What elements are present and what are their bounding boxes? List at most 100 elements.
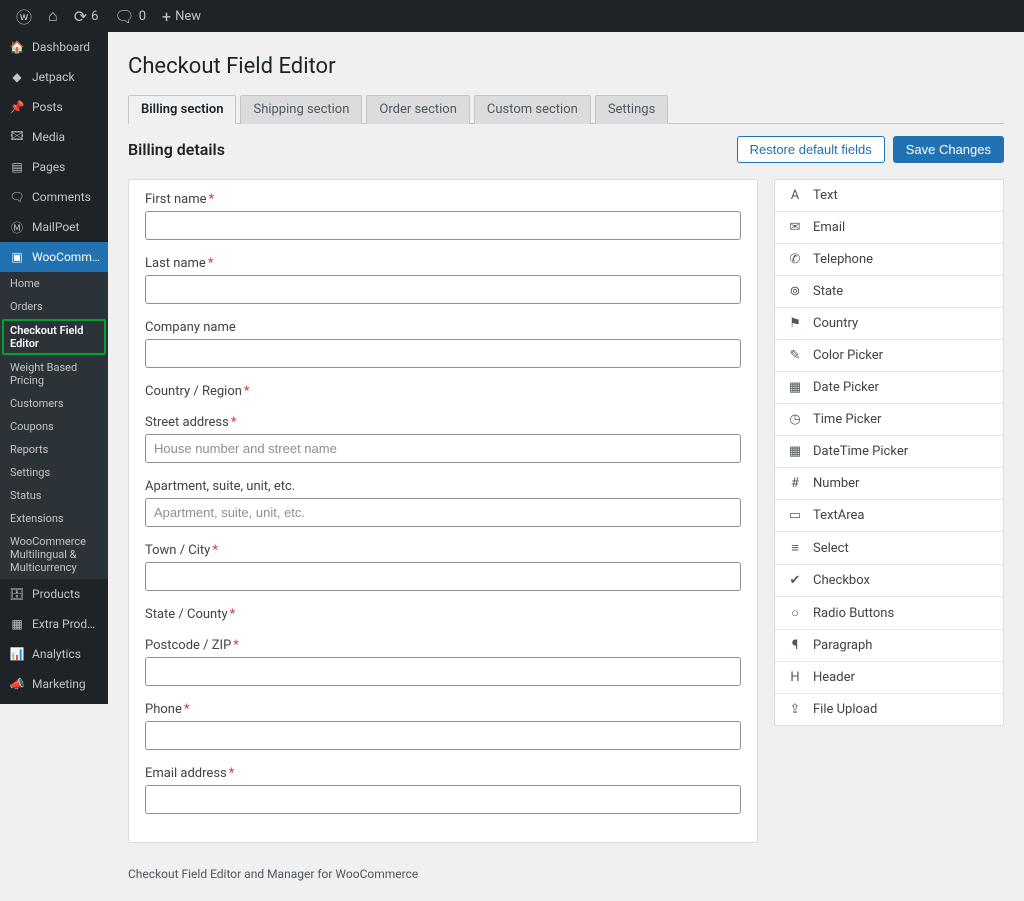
tab-settings[interactable]: Settings	[595, 95, 668, 124]
main-content: Checkout Field Editor Billing sectionShi…	[108, 32, 1024, 901]
field-input[interactable]	[145, 721, 741, 750]
new-content[interactable]: + New	[154, 7, 209, 26]
tab-custom-section[interactable]: Custom section	[474, 95, 591, 124]
type-label: Date Picker	[813, 380, 879, 395]
plus-icon: +	[162, 7, 171, 26]
menu-dashboard[interactable]: 🏠Dashboard	[0, 32, 108, 62]
admin-sidebar: 🏠Dashboard◆Jetpack📌Posts🖾Media▤Pages🗨Com…	[0, 32, 108, 704]
menu-analytics[interactable]: 📊Analytics	[0, 639, 108, 669]
field-types-column: AText✉Email✆Telephone⊚State⚑Country✎Colo…	[774, 179, 1004, 726]
field-input[interactable]	[145, 562, 741, 591]
menu-pages[interactable]: ▤Pages	[0, 152, 108, 182]
gauge-icon: 🏠	[8, 38, 26, 56]
menu-mailpoet[interactable]: ⓂMailPoet	[0, 212, 108, 242]
save-changes-button[interactable]: Save Changes	[893, 136, 1004, 163]
menu-woocommerce[interactable]: ▣WooCommerce	[0, 242, 108, 272]
woocommerce-submenu: HomeOrdersCheckout Field EditorWeight Ba…	[0, 272, 108, 579]
comments-count: 0	[139, 9, 146, 24]
fieldtype-paragraph[interactable]: ¶Paragraph	[775, 630, 1003, 662]
submenu-reports[interactable]: Reports	[0, 438, 108, 461]
menu-label: Pages	[32, 160, 100, 174]
archive-icon: 🗄	[8, 585, 26, 603]
site-home[interactable]: ⌂	[40, 6, 66, 26]
menu-jetpack[interactable]: ◆Jetpack	[0, 62, 108, 92]
tab-order-section[interactable]: Order section	[366, 95, 470, 124]
field-input[interactable]	[145, 434, 741, 463]
fieldtype-country[interactable]: ⚑Country	[775, 308, 1003, 340]
fieldtype-file-upload[interactable]: ⇪File Upload	[775, 694, 1003, 725]
new-label: New	[175, 9, 201, 24]
fieldtype-color-picker[interactable]: ✎Color Picker	[775, 340, 1003, 372]
menu-marketing[interactable]: 📣Marketing	[0, 669, 108, 699]
submenu-coupons[interactable]: Coupons	[0, 415, 108, 438]
fieldtype-header[interactable]: HHeader	[775, 662, 1003, 694]
fieldtype-textarea[interactable]: ▭ TextArea	[775, 500, 1003, 532]
submenu-orders[interactable]: Orders	[0, 295, 108, 318]
submenu-woocommerce-multilingual-multicurrency[interactable]: WooCommerce Multilingual & Multicurrency	[0, 530, 108, 579]
fieldtype-checkbox[interactable]: ✔Checkbox	[775, 565, 1003, 597]
wp-logo[interactable]: ⓦ	[8, 4, 40, 28]
field-company-name: Company name	[145, 320, 741, 368]
submenu-customers[interactable]: Customers	[0, 392, 108, 415]
menu-media[interactable]: 🖾Media	[0, 122, 108, 152]
fieldtype-radio-buttons[interactable]: ○Radio Buttons	[775, 597, 1003, 630]
fieldtype-select[interactable]: ≡Select	[775, 532, 1003, 565]
admin-bar: ⓦ ⌂ ⟳6 🗨0 +New	[0, 0, 1024, 32]
field-phone: Phone*	[145, 702, 741, 750]
submenu-settings[interactable]: Settings	[0, 461, 108, 484]
field-input[interactable]	[145, 339, 741, 368]
refresh-icon: ⟳	[74, 7, 87, 26]
required-asterisk: *	[244, 384, 250, 399]
tab-shipping-section[interactable]: Shipping section	[240, 95, 362, 124]
restore-defaults-button[interactable]: Restore default fields	[737, 136, 885, 163]
field-state-county: State / County*	[145, 607, 741, 622]
fieldtype-text[interactable]: AText	[775, 180, 1003, 212]
menu-label: Extra Product Addons	[32, 617, 100, 631]
updates[interactable]: ⟳6	[66, 7, 107, 26]
submenu-weight-based-pricing[interactable]: Weight Based Pricing	[0, 356, 108, 392]
menu-products[interactable]: 🗄 Products	[0, 579, 108, 609]
menu-extra-product-addons[interactable]: ▦Extra Product Addons	[0, 609, 108, 639]
field-input[interactable]	[145, 657, 741, 686]
fieldtype-number[interactable]: #Number	[775, 468, 1003, 500]
menu-label: Posts	[32, 100, 100, 114]
fieldtype-state[interactable]: ⊚State	[775, 276, 1003, 308]
fieldtype-email[interactable]: ✉Email	[775, 212, 1003, 244]
type-label: Checkbox	[813, 573, 870, 588]
field-input[interactable]	[145, 785, 741, 814]
tab-billing-section[interactable]: Billing section	[128, 95, 236, 124]
fieldtype-datetime-picker[interactable]: ▦DateTime Picker	[775, 436, 1003, 468]
fieldtype-time-picker[interactable]: ◷Time Picker	[775, 404, 1003, 436]
menu-label: Media	[32, 130, 100, 144]
type-label: TextArea	[813, 508, 864, 523]
type-icon: ▦	[787, 380, 803, 395]
type-label: Number	[813, 476, 859, 491]
menu-posts[interactable]: 📌Posts	[0, 92, 108, 122]
comment-icon: 🗨	[8, 188, 26, 206]
field-label: Street address*	[145, 415, 741, 430]
submenu-extensions[interactable]: Extensions	[0, 507, 108, 530]
field-input[interactable]	[145, 211, 741, 240]
type-label: File Upload	[813, 702, 877, 717]
submenu-status[interactable]: Status	[0, 484, 108, 507]
field-input[interactable]	[145, 498, 741, 527]
field-email-address: Email address*	[145, 766, 741, 814]
field-label: Email address*	[145, 766, 741, 781]
field-input[interactable]	[145, 275, 741, 304]
type-icon: ¶	[787, 638, 803, 653]
menu-appearance[interactable]: 🖌Appearance	[0, 699, 108, 704]
submenu-checkout-field-editor[interactable]: Checkout Field Editor	[2, 319, 106, 355]
updates-count: 6	[91, 9, 98, 24]
type-label: Time Picker	[813, 412, 881, 427]
fieldtype-date-picker[interactable]: ▦ Date Picker	[775, 372, 1003, 404]
type-icon: ⊚	[787, 284, 803, 299]
required-asterisk: *	[208, 256, 214, 271]
fieldtype-telephone[interactable]: ✆Telephone	[775, 244, 1003, 276]
comments-bubble[interactable]: 🗨0	[106, 7, 154, 26]
type-icon: ▭	[787, 508, 803, 523]
field-label: Town / City*	[145, 543, 741, 558]
type-label: Telephone	[813, 252, 873, 267]
menu-comments[interactable]: 🗨Comments	[0, 182, 108, 212]
submenu-home[interactable]: Home	[0, 272, 108, 295]
menu-label: Products	[32, 587, 100, 601]
